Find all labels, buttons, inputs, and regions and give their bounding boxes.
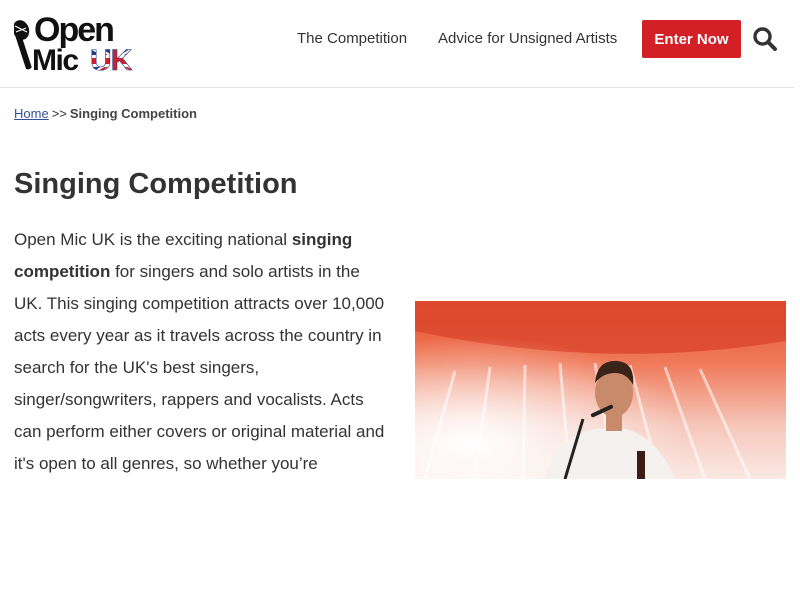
intro-text-rest: for singers and solo artists in the UK. … [14,262,385,473]
open-mic-uk-logo[interactable]: Open Mic UK [14,8,146,74]
search-icon[interactable] [752,26,778,52]
breadcrumb-current: Singing Competition [69,106,197,121]
performer-photo [415,301,786,479]
intro-text-start: Open Mic UK is the exciting national [14,230,292,249]
logo-graphic: Open Mic UK [14,11,134,74]
enter-now-button[interactable]: Enter Now [642,20,741,58]
microphone-icon [14,20,32,70]
nav-advice-for-unsigned-artists[interactable]: Advice for Unsigned Artists [438,30,617,47]
nav-the-competition[interactable]: The Competition [297,30,407,47]
breadcrumb-home-link[interactable]: Home [14,106,49,121]
site-header: Open Mic UK The Competition Advice for U… [0,0,794,88]
svg-text:Mic: Mic [32,44,78,74]
intro-paragraph: Open Mic UK is the exciting national sin… [14,224,386,480]
page-title: Singing Competition [14,168,298,200]
svg-text:UK: UK [90,44,133,74]
breadcrumb-separator: >> [51,106,67,121]
breadcrumb: Home >> Singing Competition [14,106,197,121]
